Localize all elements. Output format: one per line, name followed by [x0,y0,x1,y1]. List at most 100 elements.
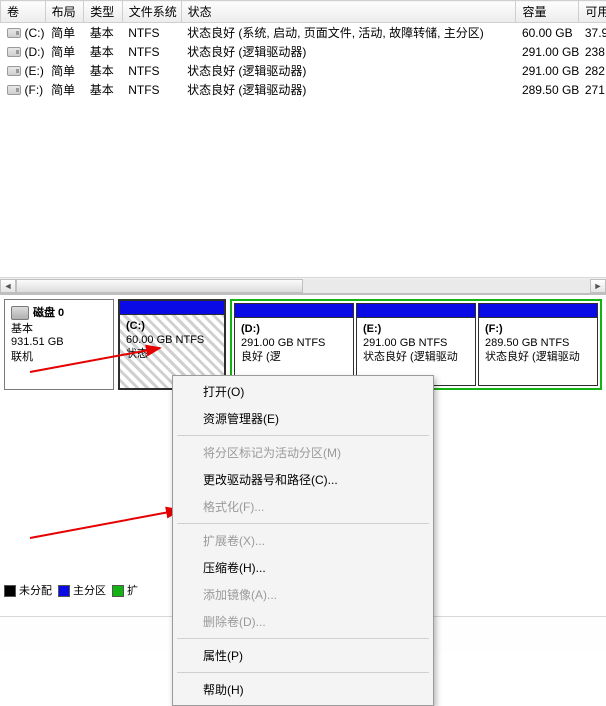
partition-header-bar [357,304,475,318]
cell-type: 基本 [84,61,123,80]
scroll-right-arrow-icon[interactable]: ► [590,279,606,293]
partition-state: 状态良好 (逻辑驱动 [363,350,469,364]
cell-volume: (E:) [25,64,44,78]
col-fs[interactable]: 文件系统 [122,1,181,23]
disk-icon [11,306,29,320]
menu-change-letter[interactable]: 更改驱动器号和路径(C)... [175,466,431,493]
cell-available: 282. [579,61,606,80]
legend-swatch-extended [112,585,124,597]
col-type[interactable]: 类型 [84,1,123,23]
column-header-row: 卷 布局 类型 文件系统 状态 容量 可用 [1,1,606,23]
col-volume[interactable]: 卷 [1,1,46,23]
menu-format: 格式化(F)... [175,493,431,520]
partition-header-bar [479,304,597,318]
drive-icon [7,85,21,95]
menu-explorer[interactable]: 资源管理器(E) [175,405,431,432]
cell-type: 基本 [84,80,123,99]
annotation-arrow-icon [30,430,190,543]
legend: 未分配 主分区 扩 [4,582,138,598]
partition-label: (E:) [363,322,469,336]
cell-layout: 简单 [45,23,84,43]
cell-layout: 简单 [45,42,84,61]
cell-layout: 简单 [45,80,84,99]
cell-volume: (D:) [25,45,45,59]
partition-state: 状态良好 (逻辑驱动 [485,350,591,364]
legend-swatch-unallocated [4,585,16,597]
cell-available: 238. [579,42,606,61]
cell-type: 基本 [84,23,123,43]
legend-label-unallocated: 未分配 [19,585,52,597]
cell-status: 状态良好 (逻辑驱动器) [181,80,516,99]
scroll-thumb[interactable] [16,279,303,293]
partition-header-bar [235,304,353,318]
cell-status: 状态良好 (系统, 启动, 页面文件, 活动, 故障转储, 主分区) [181,23,516,43]
partition-state: 良好 (逻 [241,350,347,364]
menu-help[interactable]: 帮助(H) [175,676,431,703]
table-row[interactable]: (F:) 简单 基本 NTFS 状态良好 (逻辑驱动器) 289.50 GB 2… [1,80,606,99]
cell-available: 37.9 [579,23,606,43]
partition-size: 291.00 GB NTFS [363,336,469,350]
partition-f[interactable]: (F:) 289.50 GB NTFS 状态良好 (逻辑驱动 [478,303,598,386]
volume-list-empty-area [0,99,606,277]
volume-table: 卷 布局 类型 文件系统 状态 容量 可用 (C:) 简单 基本 NTFS 状态… [0,0,606,99]
legend-swatch-primary [58,585,70,597]
cell-available: 271. [579,80,606,99]
menu-open[interactable]: 打开(O) [175,378,431,405]
scroll-left-arrow-icon[interactable]: ◄ [0,279,16,293]
menu-shrink[interactable]: 压缩卷(H)... [175,554,431,581]
partition-header-bar [120,301,224,315]
cell-volume: (C:) [25,26,45,40]
legend-label-primary: 主分区 [73,585,106,597]
table-row[interactable]: (D:) 简单 基本 NTFS 状态良好 (逻辑驱动器) 291.00 GB 2… [1,42,606,61]
cell-status: 状态良好 (逻辑驱动器) [181,61,516,80]
partition-label: (F:) [485,322,591,336]
disk-size: 931.51 GB [11,336,107,348]
col-layout[interactable]: 布局 [45,1,84,23]
menu-separator [177,638,429,639]
cell-fs: NTFS [122,42,181,61]
cell-capacity: 289.50 GB [516,80,579,99]
cell-type: 基本 [84,42,123,61]
disk-type: 基本 [11,320,107,336]
drive-icon [7,47,21,57]
menu-separator [177,672,429,673]
menu-delete: 删除卷(D)... [175,608,431,635]
cell-capacity: 60.00 GB [516,23,579,43]
partition-label: (D:) [241,322,347,336]
cell-status: 状态良好 (逻辑驱动器) [181,42,516,61]
partition-size: 289.50 GB NTFS [485,336,591,350]
volume-list-pane: 卷 布局 类型 文件系统 状态 容量 可用 (C:) 简单 基本 NTFS 状态… [0,0,606,294]
horizontal-scrollbar[interactable]: ◄ ► [0,277,606,293]
menu-mirror: 添加镜像(A)... [175,581,431,608]
legend-label-extended: 扩 [127,585,138,597]
menu-properties[interactable]: 属性(P) [175,642,431,669]
table-row[interactable]: (C:) 简单 基本 NTFS 状态良好 (系统, 启动, 页面文件, 活动, … [1,23,606,43]
drive-icon [7,28,21,38]
menu-mark-active: 将分区标记为活动分区(M) [175,439,431,466]
cell-capacity: 291.00 GB [516,42,579,61]
disk-name: 磁盘 0 [33,307,64,319]
table-row[interactable]: (E:) 简单 基本 NTFS 状态良好 (逻辑驱动器) 291.00 GB 2… [1,61,606,80]
disk-state: 联机 [11,348,107,364]
cell-fs: NTFS [122,23,181,43]
cell-volume: (F:) [25,83,44,97]
context-menu: 打开(O) 资源管理器(E) 将分区标记为活动分区(M) 更改驱动器号和路径(C… [172,375,434,706]
menu-extend: 扩展卷(X)... [175,527,431,554]
partition-size: 291.00 GB NTFS [241,336,347,350]
cell-fs: NTFS [122,61,181,80]
partition-state: 状态 [126,347,218,361]
cell-layout: 简单 [45,61,84,80]
col-status[interactable]: 状态 [181,1,516,23]
partition-d[interactable]: (D:) 291.00 GB NTFS 良好 (逻 [234,303,354,386]
cell-capacity: 291.00 GB [516,61,579,80]
cell-fs: NTFS [122,80,181,99]
drive-icon [7,66,21,76]
col-capacity[interactable]: 容量 [516,1,579,23]
menu-separator [177,523,429,524]
partition-e[interactable]: (E:) 291.00 GB NTFS 状态良好 (逻辑驱动 [356,303,476,386]
disk-info-box[interactable]: 磁盘 0 基本 931.51 GB 联机 [4,299,114,390]
scroll-track[interactable] [16,279,590,293]
partition-label: (C:) [126,319,218,333]
col-available[interactable]: 可用 [579,1,606,23]
menu-separator [177,435,429,436]
